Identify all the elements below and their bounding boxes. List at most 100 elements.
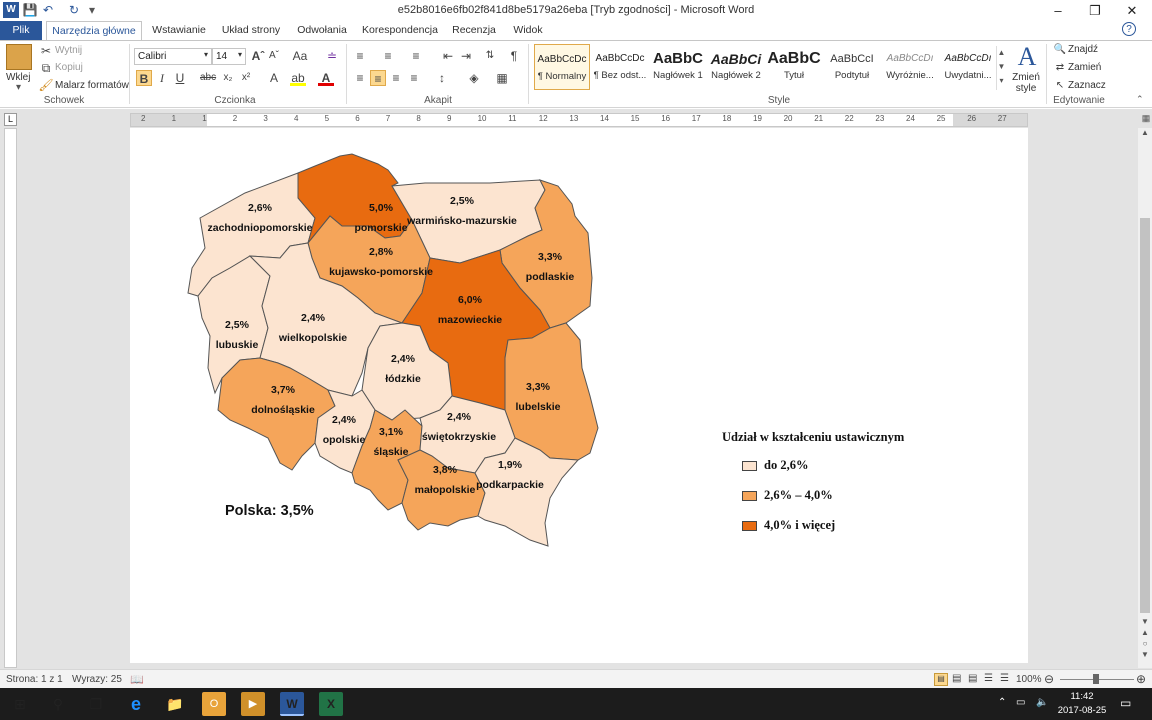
ruler-number: 1 — [202, 114, 207, 123]
style-item[interactable]: AaBbCcDc ¶ Normalny — [534, 44, 590, 90]
zoom-slider-thumb[interactable] — [1093, 674, 1099, 684]
highlight-icon[interactable]: ab — [290, 70, 306, 86]
vertical-scrollbar[interactable]: ▲ ▼ ▲ ○ ▼ — [1138, 128, 1152, 668]
clock-date[interactable]: 2017-08-25 — [1056, 705, 1108, 716]
tab-page-layout[interactable]: Układ strony — [218, 21, 284, 40]
copy-button[interactable]: Kopiuj — [55, 62, 83, 73]
change-styles-button[interactable]: Zmień style — [1008, 72, 1044, 94]
file-explorer-icon[interactable]: 📁 — [163, 692, 187, 716]
bold-icon[interactable]: B — [136, 70, 152, 86]
tab-file[interactable]: Plik — [0, 21, 42, 40]
font-name-select[interactable]: Calibri — [134, 48, 212, 65]
proofing-icon[interactable]: 📖 — [130, 673, 144, 686]
start-icon[interactable]: ⊞ — [8, 692, 32, 716]
print-layout-icon[interactable]: ▤ — [934, 673, 948, 686]
find-button[interactable]: Znajdź — [1068, 44, 1098, 55]
multilevel-list-icon[interactable]: ≡ — [408, 48, 424, 64]
restore-icon[interactable]: ❐ — [1080, 2, 1110, 20]
view-ruler-icon[interactable]: ▦ — [1140, 113, 1152, 126]
align-center-icon[interactable]: ≡ — [370, 70, 386, 86]
font-name-dropdown-icon[interactable]: ▾ — [204, 50, 208, 59]
shading-icon[interactable]: ◈ — [466, 70, 482, 86]
tab-references[interactable]: Odwołania — [292, 21, 352, 40]
show-marks-icon[interactable]: ¶ — [506, 48, 522, 64]
document-page[interactable]: 2,6% zachodniopomorskie 5,0% pomorskie 2,5% w… — [130, 128, 1028, 663]
style-item[interactable]: AaBbCi Nagłówek 2 — [708, 44, 764, 90]
network-icon[interactable]: ▭ — [1016, 697, 1025, 708]
horizontal-ruler[interactable]: 2 1 1 2 3 4 5 6 7 8 9 10 11 12 13 14 15 16 17 18 19 20 21 22 23 2… — [130, 113, 1028, 127]
volume-icon[interactable]: 🔈 — [1036, 697, 1048, 708]
scroll-up-icon[interactable]: ▲ — [1139, 128, 1151, 140]
font-color-icon[interactable]: A — [318, 70, 334, 86]
help-icon[interactable]: ? — [1122, 22, 1136, 36]
align-right-icon[interactable]: ≡ — [388, 70, 404, 86]
word-count[interactable]: Wyrazy: 25 — [72, 674, 122, 685]
scrollbar-thumb[interactable] — [1140, 218, 1150, 613]
style-item[interactable]: AaBbCcI Podtytuł — [824, 44, 880, 90]
sort-icon[interactable]: ⇅ — [482, 48, 498, 64]
replace-icon: ⇄ — [1055, 62, 1065, 73]
outlook-icon[interactable]: O — [202, 692, 226, 716]
style-item[interactable]: AaBbCcDc ¶ Bez odst... — [592, 44, 648, 90]
underline-icon[interactable]: U — [172, 70, 188, 86]
excel-taskbar-icon[interactable]: X — [319, 692, 343, 716]
full-screen-icon[interactable]: ▤ — [952, 673, 961, 684]
web-layout-icon[interactable]: ▤ — [968, 673, 977, 684]
justify-icon[interactable]: ≡ — [406, 70, 422, 86]
tab-home[interactable]: Narzędzia główne — [46, 21, 142, 40]
change-case-icon[interactable]: Aa — [292, 48, 308, 64]
tab-selector-icon[interactable]: L — [4, 113, 17, 126]
zoom-out-icon[interactable]: ⊖ — [1044, 672, 1054, 686]
outline-icon[interactable]: ☰ — [984, 673, 993, 684]
edge-icon[interactable]: e — [124, 692, 148, 716]
tab-view[interactable]: Widok — [507, 21, 549, 40]
style-name: Uwydatni... — [944, 70, 992, 81]
decrease-indent-icon[interactable]: ⇤ — [440, 48, 456, 64]
clear-formatting-icon[interactable]: ≐ — [324, 48, 340, 64]
align-left-icon[interactable]: ≡ — [352, 70, 368, 86]
superscript-icon[interactable]: x² — [238, 70, 254, 86]
style-item[interactable]: AaBbC Nagłówek 1 — [650, 44, 706, 90]
replace-button[interactable]: Zamień — [1068, 62, 1101, 73]
minimize-icon[interactable]: – — [1043, 2, 1073, 20]
clock-time[interactable]: 11:42 — [1060, 691, 1104, 702]
word-taskbar-icon[interactable]: W — [280, 692, 304, 716]
font-size-dropdown-icon[interactable]: ▾ — [238, 50, 242, 59]
style-item[interactable]: AaBbCcDı Wyróżnie... — [882, 44, 938, 90]
italic-icon[interactable]: I — [154, 70, 170, 86]
tab-mailings[interactable]: Korespondencja — [360, 21, 440, 40]
cut-button[interactable]: Wytnij — [55, 45, 82, 56]
paste-icon[interactable] — [6, 44, 32, 70]
zoom-in-icon[interactable]: ⊕ — [1136, 672, 1146, 686]
select-button[interactable]: Zaznacz — [1068, 80, 1106, 91]
paste-dropdown-icon[interactable]: ▾ — [16, 82, 21, 93]
subscript-icon[interactable]: x₂ — [220, 70, 236, 86]
scroll-nav-icon[interactable]: ▼ ▲ ○ ▼ — [1139, 616, 1151, 660]
borders-icon[interactable]: ▦ — [494, 70, 510, 86]
bullets-icon[interactable]: ≡ — [352, 48, 368, 64]
shrink-font-icon[interactable]: Aˇ — [266, 48, 282, 64]
line-spacing-icon[interactable]: ↕ — [434, 70, 450, 86]
grow-font-icon[interactable]: Aˆ — [250, 48, 266, 64]
strikethrough-icon[interactable]: abc — [200, 70, 216, 86]
styles-scroll-icon[interactable]: ▲ ▼ ▾ — [996, 46, 1006, 90]
increase-indent-icon[interactable]: ⇥ — [458, 48, 474, 64]
tab-insert[interactable]: Wstawianie — [148, 21, 210, 40]
style-item[interactable]: AaBbCcDı Uwydatni... — [940, 44, 996, 90]
close-icon[interactable]: ✕ — [1117, 2, 1147, 20]
text-effects-icon[interactable]: A — [266, 70, 282, 86]
style-item[interactable]: AaBbC Tytuł — [766, 44, 822, 90]
zoom-level[interactable]: 100% — [1016, 674, 1042, 685]
collapse-ribbon-icon[interactable]: ⌃ — [1136, 94, 1144, 105]
draft-icon[interactable]: ☰ — [1000, 673, 1009, 684]
page-count[interactable]: Strona: 1 z 1 — [6, 674, 63, 685]
numbering-icon[interactable]: ≡ — [380, 48, 396, 64]
task-view-icon[interactable]: ❐ — [84, 692, 108, 716]
format-painter-button[interactable]: Malarz formatów — [55, 80, 129, 91]
app-icon[interactable]: ▶ — [241, 692, 265, 716]
search-icon[interactable]: ⚲ — [46, 692, 70, 716]
tab-review[interactable]: Recenzja — [448, 21, 500, 40]
vertical-ruler[interactable] — [4, 128, 17, 668]
tray-chevron-icon[interactable]: ⌃ — [998, 697, 1006, 708]
notifications-icon[interactable]: ▭ — [1120, 696, 1131, 710]
